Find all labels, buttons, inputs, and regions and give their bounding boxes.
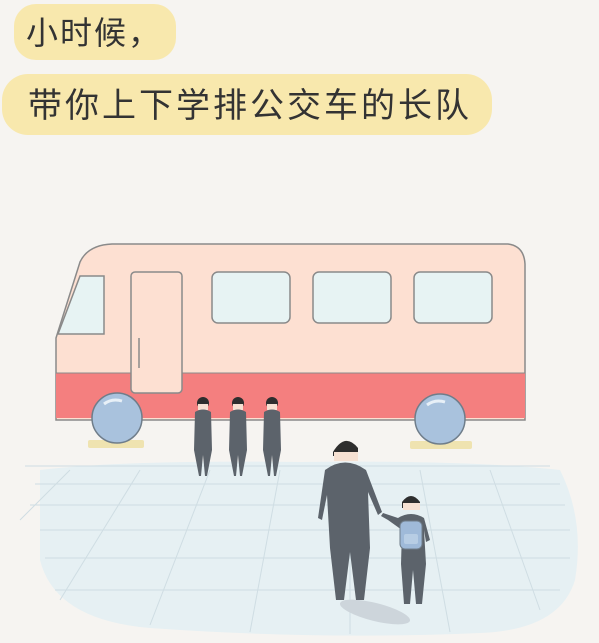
bus-door [130,271,183,394]
bus-window [413,271,493,324]
illustration-page: 小时候， 带你上下学排公交车的长队 [0,0,599,643]
scene-illustration [19,243,578,636]
bus-window [211,271,291,324]
ground-platform [19,461,578,636]
bus-window [312,271,392,324]
bus-illustration [55,243,526,449]
